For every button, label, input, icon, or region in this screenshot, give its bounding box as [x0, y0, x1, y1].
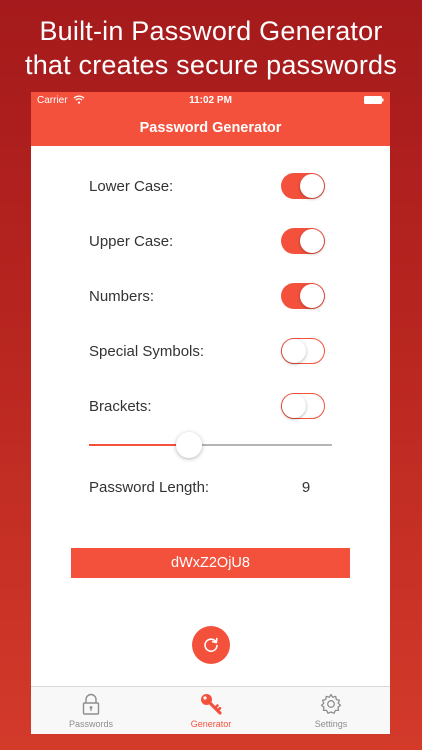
upper-case-label: Upper Case: — [89, 233, 174, 250]
special-symbols-label: Special Symbols: — [89, 343, 205, 360]
tab-label: Passwords — [68, 719, 113, 729]
toggle-knob — [300, 284, 324, 308]
key-icon — [201, 694, 222, 715]
tab-bar: Passwords Generator Settings — [31, 686, 390, 734]
password-length-slider[interactable] — [89, 432, 332, 458]
tab-passwords[interactable]: Passwords — [31, 687, 151, 734]
promo-headline-line-1: Built-in Password Generator — [39, 16, 383, 46]
tab-label: Generator — [190, 719, 232, 729]
special-symbols-toggle[interactable] — [281, 338, 325, 364]
upper-case-toggle[interactable] — [281, 228, 325, 254]
password-length-label: Password Length: — [89, 479, 210, 496]
toggle-knob — [300, 174, 324, 198]
brackets-toggle[interactable] — [281, 393, 325, 419]
tab-label: Settings — [314, 719, 348, 729]
toggle-knob — [300, 229, 324, 253]
numbers-label: Numbers: — [89, 288, 155, 305]
toggle-knob — [282, 339, 306, 363]
tab-generator[interactable]: Generator — [151, 687, 271, 734]
tab-settings[interactable]: Settings — [271, 687, 390, 734]
slider-handle[interactable] — [175, 432, 202, 458]
status-time: 11:02 PM — [189, 95, 232, 106]
generated-password[interactable]: dWxZ2OjU8 — [71, 548, 350, 578]
refresh-icon — [204, 637, 218, 652]
toggle-knob — [282, 394, 306, 418]
navigation-bar: Carrier 11:02 PM Password Generator — [31, 92, 390, 146]
numbers-toggle[interactable] — [281, 283, 325, 309]
lower-case-label: Lower Case: — [89, 178, 174, 195]
slider-fill — [89, 444, 189, 446]
page-title: Password Generator — [139, 120, 282, 136]
regenerate-button[interactable] — [192, 626, 230, 664]
lock-icon — [82, 693, 100, 715]
battery-icon — [364, 96, 384, 104]
lower-case-toggle[interactable] — [281, 173, 325, 199]
gear-icon — [320, 693, 342, 714]
promo-headline: Built-in Password Generator that creates… — [0, 14, 422, 82]
password-length-value: 9 — [301, 479, 311, 496]
phone-screen: Carrier 11:02 PM Password Generator Lowe… — [31, 92, 390, 734]
brackets-label: Brackets: — [89, 398, 152, 415]
promo-headline-line-2: that creates secure passwords — [25, 50, 397, 80]
